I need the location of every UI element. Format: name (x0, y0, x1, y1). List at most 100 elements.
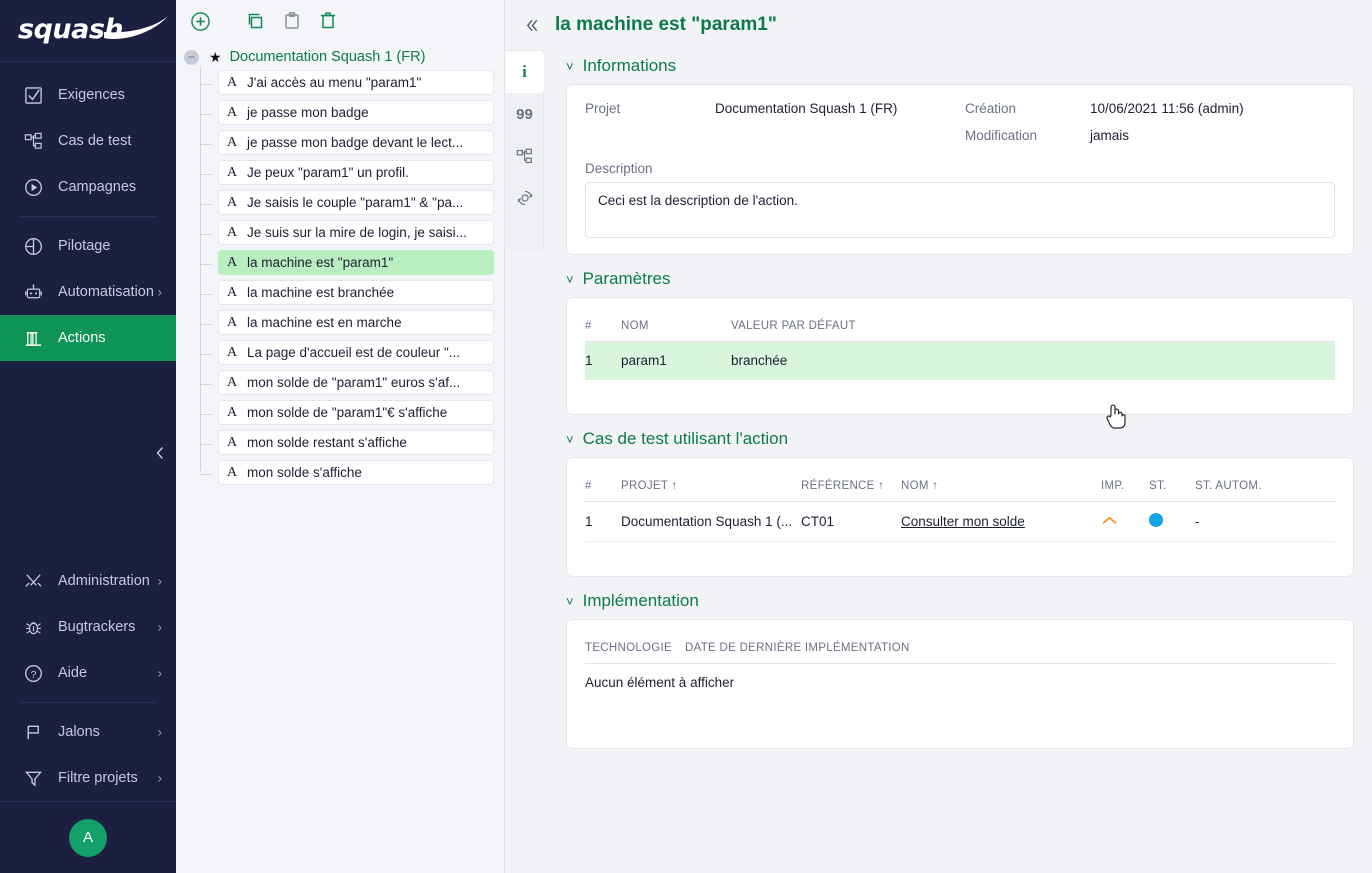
sidebar-item-bugtrackers[interactable]: Bugtrackers › (0, 604, 176, 650)
tree-item: A mon solde de "param1" euros s'af... (218, 370, 494, 395)
column-header-valeur-defaut[interactable]: VALEUR PAR DÉFAUT (731, 314, 1335, 342)
tree-item-chip[interactable]: A J'ai accès au menu "param1" (218, 70, 494, 95)
tree-item-label: je passe mon badge (247, 105, 369, 120)
tree-body: − ★ Documentation Squash 1 (FR) A J'ai a… (176, 42, 504, 490)
sidebar-item-pilotage[interactable]: Pilotage (0, 223, 176, 269)
tree-item-chip[interactable]: A mon solde s'affiche (218, 460, 494, 485)
hierarchy-tab[interactable] (505, 135, 544, 177)
chevron-right-icon: › (158, 666, 162, 681)
chevron-down-icon: ˅ (566, 59, 574, 74)
section-title: Paramètres (583, 269, 671, 289)
quote-tab[interactable]: 99 (505, 93, 544, 135)
detail-body: i 99 ˅ Informations (505, 50, 1372, 873)
tree-item-label: la machine est "param1" (247, 255, 393, 270)
sync-icon (516, 189, 534, 207)
column-label: RÉFÉRENCE (801, 480, 875, 492)
section-header-parametres[interactable]: ˅ Paramètres (566, 269, 1354, 289)
tree-item: A mon solde restant s'affiche (218, 430, 494, 455)
brand-logo[interactable]: squash (0, 0, 176, 62)
sidebar-item-actions[interactable]: Actions (0, 315, 176, 361)
hierarchy-icon (22, 130, 44, 152)
tree-item-chip[interactable]: A mon solde de "param1"€ s'affiche (218, 400, 494, 425)
sidebar-item-label: Exigences (58, 87, 125, 103)
sidebar-item-label: Bugtrackers (58, 619, 135, 635)
implementation-table: TECHNOLOGIE DATE DE DERNIÈRE IMPLÉMENTAT… (585, 636, 1335, 664)
table-row[interactable]: 1 param1 branchée (585, 342, 1335, 380)
minus-icon[interactable]: − (184, 50, 199, 65)
tree-root-node[interactable]: − ★ Documentation Squash 1 (FR) (182, 44, 494, 70)
tree-item-chip[interactable]: A Je suis sur la mire de login, je saisi… (218, 220, 494, 245)
column-header-date-derniere-implementation[interactable]: DATE DE DERNIÈRE IMPLÉMENTATION (685, 636, 1335, 664)
sidebar-item-campagnes[interactable]: Campagnes (0, 164, 176, 210)
description-label: Description (585, 161, 1335, 176)
page-title: la machine est "param1" (555, 14, 777, 36)
column-header-technologie[interactable]: TECHNOLOGIE (585, 636, 685, 664)
tools-icon (22, 570, 44, 592)
funnel-icon (22, 767, 44, 789)
tree-item-chip[interactable]: A La page d'accueil est de couleur "... (218, 340, 494, 365)
column-header-imp[interactable]: IMP. (1101, 474, 1149, 502)
section-header-implementation[interactable]: ˅ Implémentation (566, 591, 1354, 611)
detail-content: ˅ Informations Projet Documentation Squa… (544, 50, 1372, 873)
detail-region: la machine est "param1" i 99 (505, 0, 1372, 873)
delete-button[interactable] (312, 5, 344, 37)
sidebar-item-label: Administration (58, 573, 150, 589)
tree-item-chip[interactable]: A Je peux "param1" un profil. (218, 160, 494, 185)
column-header-projet[interactable]: PROJET ↑ (621, 474, 801, 502)
sidebar-item-administration[interactable]: Administration › (0, 558, 176, 604)
cell-num: 1 (585, 502, 621, 542)
chevron-down-icon: ˅ (566, 272, 574, 287)
tree-item-chip[interactable]: A je passe mon badge (218, 100, 494, 125)
sidebar-item-jalons[interactable]: Jalons › (0, 709, 176, 755)
application-window: squash Exigences Cas de test (0, 0, 1372, 873)
tree-item-chip[interactable]: A Je saisis le couple "param1" & "pa... (218, 190, 494, 215)
chevron-left-icon (154, 445, 166, 461)
flag-icon (22, 721, 44, 743)
arrow-up-icon: ↑ (878, 480, 884, 492)
column-header-reference[interactable]: RÉFÉRENCE ↑ (801, 474, 901, 502)
paste-button[interactable] (276, 5, 308, 37)
section-header-informations[interactable]: ˅ Informations (566, 56, 1354, 76)
plus-circle-icon (190, 11, 211, 32)
column-header-num[interactable]: # (585, 314, 621, 342)
avatar[interactable]: A (69, 819, 107, 857)
sidebar-item-exigences[interactable]: Exigences (0, 72, 176, 118)
tree-root-label: Documentation Squash 1 (FR) (230, 49, 426, 65)
column-header-nom[interactable]: NOM (621, 314, 731, 342)
copy-button[interactable] (240, 5, 272, 37)
tree-item-chip[interactable]: A mon solde restant s'affiche (218, 430, 494, 455)
panel-collapse-button[interactable] (519, 12, 545, 38)
information-tab[interactable]: i (505, 51, 544, 93)
sidebar-item-label: Campagnes (58, 179, 136, 195)
sidebar-item-aide[interactable]: ? Aide › (0, 650, 176, 696)
description-field[interactable]: Ceci est la description de l'action. (585, 182, 1335, 238)
table-row[interactable]: 1 Documentation Squash 1 (... CT01 Consu… (585, 502, 1335, 542)
sync-tab[interactable] (505, 177, 544, 219)
sidebar-item-label: Actions (58, 330, 106, 346)
chevron-down-icon: ˅ (566, 432, 574, 447)
sidebar-item-automatisation[interactable]: Automatisation › (0, 269, 176, 315)
column-header-st-autom[interactable]: ST. AUTOM. (1195, 474, 1335, 502)
cell-reference: CT01 (801, 502, 901, 542)
sidebar-collapse-button[interactable] (150, 445, 170, 466)
sidebar-divider (20, 216, 156, 217)
detail-icon-rail: i 99 (505, 50, 544, 250)
tree-item-chip[interactable]: A la machine est branchée (218, 280, 494, 305)
tree-item-chip[interactable]: A mon solde de "param1" euros s'af... (218, 370, 494, 395)
column-header-st[interactable]: ST. (1149, 474, 1195, 502)
table-header-row: # NOM VALEUR PAR DÉFAUT (585, 314, 1335, 342)
sidebar-item-cas-de-test[interactable]: Cas de test (0, 118, 176, 164)
column-header-num[interactable]: # (585, 474, 621, 502)
tree-item-chip[interactable]: A la machine est "param1" (218, 250, 494, 275)
informations-card: Projet Documentation Squash 1 (FR) Créat… (566, 84, 1354, 255)
sidebar-item-filtre-projets[interactable]: Filtre projets › (0, 755, 176, 801)
columns-icon (22, 327, 44, 349)
test-case-link[interactable]: Consulter mon solde (901, 514, 1025, 529)
tree-item-chip[interactable]: A la machine est en marche (218, 310, 494, 335)
add-button[interactable] (184, 5, 216, 37)
tree-item-chip[interactable]: A je passe mon badge devant le lect... (218, 130, 494, 155)
column-header-nom[interactable]: NOM ↑ (901, 474, 1101, 502)
tree-item: A la machine est branchée (218, 280, 494, 305)
tree-item-label: la machine est en marche (247, 315, 402, 330)
section-header-cas-de-test[interactable]: ˅ Cas de test utilisant l'action (566, 429, 1354, 449)
